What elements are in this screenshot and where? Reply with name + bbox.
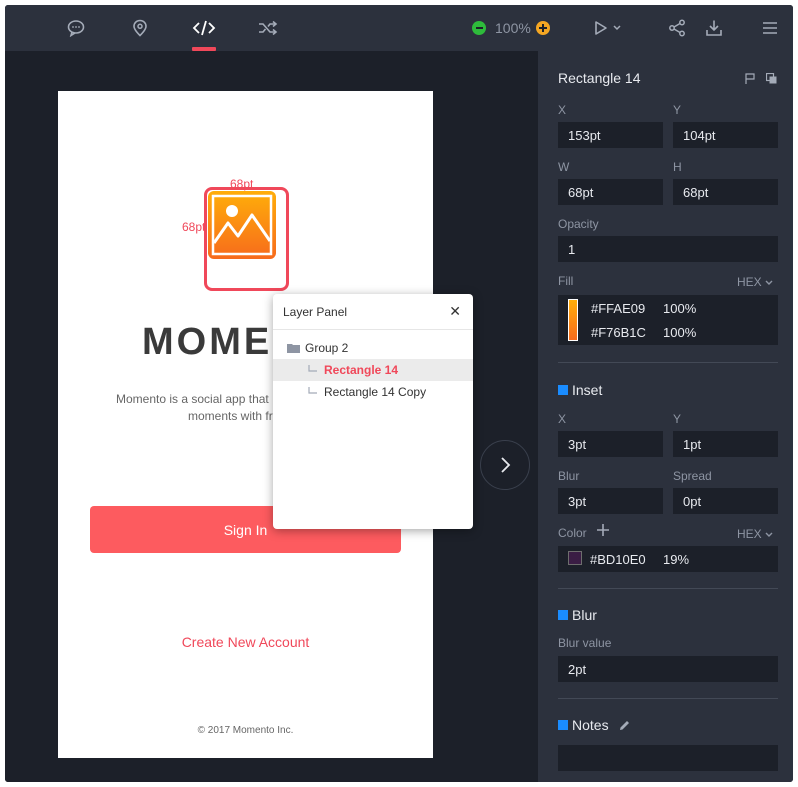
inset-spread-label: Spread	[673, 469, 712, 483]
zoom-out-button[interactable]	[472, 21, 486, 35]
width-field[interactable]: 68pt	[558, 179, 663, 205]
inset-x-label: X	[558, 412, 567, 426]
layer-item-group-2[interactable]: Group 2	[273, 337, 473, 359]
layer-item-rectangle-14[interactable]: Rectangle 14	[273, 359, 473, 381]
edit-pencil-icon[interactable]	[619, 720, 630, 731]
inspector-panel: Rectangle 14 X Y 153pt 104pt W H 68pt 68…	[538, 51, 793, 782]
rectangle-14-image-icon[interactable]	[208, 191, 276, 259]
x-label: X	[558, 103, 567, 117]
inset-section-title: Inset	[558, 382, 602, 398]
create-account-link[interactable]: Create New Account	[58, 634, 433, 650]
blur-value-label: Blur value	[558, 636, 612, 650]
opacity-field[interactable]: 1	[558, 236, 778, 262]
gradient-bar[interactable]	[568, 299, 578, 341]
layer-panel-title: Layer Panel	[283, 305, 348, 319]
inset-color-label: Color	[558, 526, 587, 540]
layer-panel: Layer Panel ✕ Group 2 Rectangle 14 Recta	[273, 294, 473, 529]
inset-y-label: Y	[673, 412, 682, 426]
chevron-down-icon[interactable]	[610, 15, 624, 41]
section-marker-icon	[558, 385, 568, 395]
opacity-label: Opacity	[558, 217, 599, 231]
code-icon[interactable]	[191, 15, 217, 41]
divider	[273, 329, 473, 330]
divider	[558, 588, 778, 589]
zoom-value: 100%	[495, 20, 531, 36]
next-screen-button[interactable]	[480, 440, 530, 490]
duplicate-icon[interactable]	[766, 73, 777, 84]
inset-spread-field[interactable]: 0pt	[673, 488, 778, 514]
design-canvas[interactable]: 68pt 68pt MOMENTO Momento is a social ap…	[5, 51, 538, 782]
flag-icon[interactable]	[745, 73, 755, 84]
notes-title-text: Notes	[572, 717, 609, 733]
fill-format-dropdown[interactable]: HEX	[737, 275, 773, 289]
child-layer-icon	[308, 387, 318, 397]
height-field[interactable]: 68pt	[673, 179, 778, 205]
divider	[558, 362, 778, 363]
child-layer-icon	[308, 365, 318, 375]
inset-color-percent[interactable]: 19%	[663, 552, 689, 567]
close-icon[interactable]: ✕	[449, 303, 461, 320]
inset-color-format-dropdown[interactable]: HEX	[737, 527, 773, 541]
fill-gradient-editor[interactable]: #FFAE09 100% #F76B1C 100%	[558, 295, 778, 345]
gradient-stop-1-color[interactable]: #FFAE09	[591, 301, 645, 316]
inset-color-field[interactable]: #BD10E0 19%	[558, 546, 778, 572]
notes-field[interactable]	[558, 745, 778, 771]
divider	[558, 698, 778, 699]
blur-title-text: Blur	[572, 607, 597, 623]
copyright-text: © 2017 Momento Inc.	[197, 725, 294, 736]
inset-blur-label: Blur	[558, 469, 580, 483]
menu-icon[interactable]	[757, 15, 783, 41]
h-label: H	[673, 160, 682, 174]
description-line-2: moments with fr	[188, 409, 273, 423]
inset-x-field[interactable]: 3pt	[558, 431, 663, 457]
section-marker-icon	[558, 610, 568, 620]
location-pin-icon[interactable]	[127, 15, 153, 41]
layer-name-title: Rectangle 14	[558, 70, 641, 86]
inset-y-field[interactable]: 1pt	[673, 431, 778, 457]
y-field[interactable]: 104pt	[673, 122, 778, 148]
blur-value-field[interactable]: 2pt	[558, 656, 778, 682]
fill-label: Fill	[558, 274, 574, 288]
height-dimension-label: 68pt	[182, 220, 206, 234]
folder-icon	[287, 343, 300, 353]
layer-item-label: Rectangle 14	[324, 363, 399, 377]
layer-item-label: Rectangle 14 Copy	[324, 385, 427, 399]
shuffle-icon[interactable]	[255, 15, 281, 41]
inset-blur-field[interactable]: 3pt	[558, 488, 663, 514]
y-label: Y	[673, 103, 682, 117]
toolbar: 100%	[5, 5, 793, 51]
gradient-stop-2-color[interactable]: #F76B1C	[591, 325, 646, 340]
share-icon[interactable]	[664, 15, 690, 41]
notes-section-title: Notes	[558, 717, 630, 733]
hex-label: HEX	[737, 275, 762, 289]
download-icon[interactable]	[701, 15, 727, 41]
gradient-stop-2-percent[interactable]: 100%	[663, 325, 696, 340]
inset-color-hex[interactable]: #BD10E0	[590, 552, 646, 567]
width-dimension-label: 68pt	[230, 177, 254, 191]
hex-label: HEX	[737, 527, 762, 541]
layer-item-rectangle-14-copy[interactable]: Rectangle 14 Copy	[273, 381, 473, 403]
x-field[interactable]: 153pt	[558, 122, 663, 148]
app-window: 100% 68pt 68pt MOMENTO Momento is a soci…	[5, 5, 793, 782]
inset-title-text: Inset	[572, 382, 603, 398]
blur-section-title: Blur	[558, 607, 597, 623]
zoom-control: 100%	[472, 17, 550, 39]
zoom-in-button[interactable]	[535, 21, 550, 35]
add-color-icon[interactable]	[597, 524, 609, 536]
section-marker-icon	[558, 720, 568, 730]
comment-icon[interactable]	[63, 15, 89, 41]
gradient-stop-1-percent[interactable]: 100%	[663, 301, 696, 316]
layer-item-label: Group 2	[305, 341, 349, 355]
w-label: W	[558, 160, 570, 174]
color-swatch[interactable]	[568, 551, 582, 565]
